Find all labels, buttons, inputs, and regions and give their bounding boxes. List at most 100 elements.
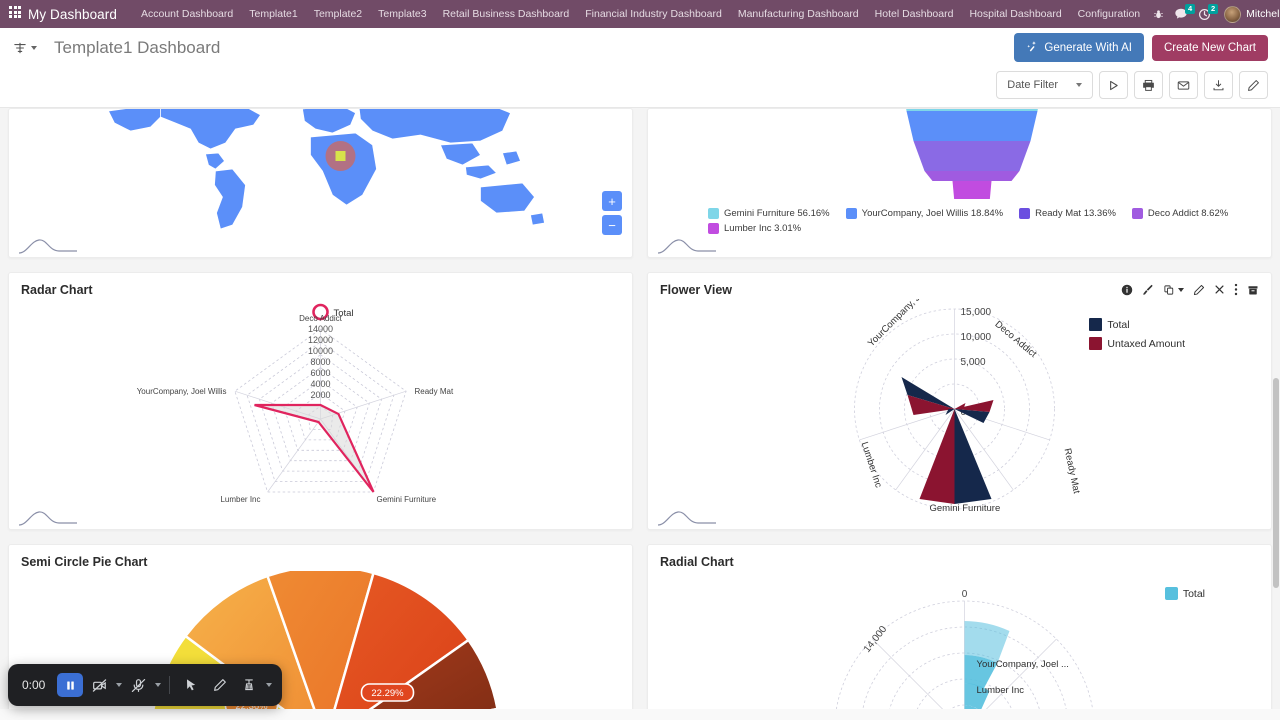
legend-swatch xyxy=(1089,318,1102,331)
brand-title[interactable]: My Dashboard xyxy=(28,7,117,22)
legend-label: Gemini Furniture 56.16% xyxy=(724,208,830,219)
download-icon[interactable] xyxy=(1204,71,1233,99)
apps-grid-icon[interactable] xyxy=(9,6,21,22)
legend-label: Deco Addict 8.62% xyxy=(1148,208,1228,219)
legend-item[interactable]: Total xyxy=(1089,318,1185,331)
map-zoom-out-button[interactable]: − xyxy=(602,215,622,235)
cursor-pointer-icon[interactable] xyxy=(178,673,204,697)
flower-axis-label: YourCompany, Joel Willis xyxy=(866,299,949,349)
map-zoom-controls[interactable]: + − xyxy=(602,191,622,235)
more-vertical-icon[interactable] xyxy=(1234,283,1238,296)
funnel-shape[interactable] xyxy=(648,109,1271,199)
edit-pencil-icon[interactable] xyxy=(1193,284,1205,296)
edit-pencil-icon[interactable] xyxy=(1239,71,1268,99)
list-view-icon[interactable] xyxy=(10,40,40,56)
flower-petal-untaxed xyxy=(920,409,955,504)
card-title: Radial Chart xyxy=(660,555,734,569)
card-funnel-chart: Gemini Furniture 56.16% YourCompany, Joe… xyxy=(647,108,1272,258)
card-title: Flower View xyxy=(660,283,732,297)
sparkline-icon xyxy=(658,235,718,255)
legend-item[interactable]: Gemini Furniture 56.16% xyxy=(708,208,830,219)
chevron-down-icon[interactable] xyxy=(266,683,272,687)
print-icon[interactable] xyxy=(1134,71,1163,99)
card-header: Flower View xyxy=(648,273,1271,299)
radial-tick: 14,000 xyxy=(862,624,890,655)
legend-item[interactable]: Deco Addict 8.62% xyxy=(1132,208,1228,219)
copy-icon[interactable] xyxy=(1163,284,1184,296)
mic-off-icon[interactable] xyxy=(125,673,151,697)
pause-icon[interactable] xyxy=(57,673,83,697)
toolbar-divider xyxy=(169,676,170,694)
map-marker xyxy=(336,151,346,161)
chevron-down-icon xyxy=(1178,288,1184,292)
radar-tick: 8000 xyxy=(310,357,330,367)
nav-item-template3[interactable]: Template3 xyxy=(370,3,434,25)
camera-off-icon[interactable] xyxy=(86,673,112,697)
flower-axis-label: Lumber Inc xyxy=(859,441,884,490)
legend-label: Total xyxy=(1107,319,1129,331)
world-map[interactable]: + − xyxy=(9,109,632,257)
funnel-legend: Gemini Furniture 56.16% YourCompany, Joe… xyxy=(648,204,1271,234)
card-toolbar xyxy=(1121,283,1259,296)
nav-item-configuration[interactable]: Configuration xyxy=(1070,3,1148,25)
legend-swatch xyxy=(1132,208,1143,219)
page-scrollbar-thumb[interactable] xyxy=(1273,378,1279,588)
card-title: Semi Circle Pie Chart xyxy=(21,555,147,569)
legend-label: Total xyxy=(1183,588,1205,600)
bug-icon[interactable] xyxy=(1153,6,1164,23)
legend-swatch xyxy=(1019,208,1030,219)
chevron-down-icon xyxy=(31,46,37,50)
radar-plot[interactable]: Total xyxy=(9,299,632,527)
radar-tick: 10000 xyxy=(308,346,333,356)
chevron-down-icon xyxy=(1076,83,1082,87)
legend-item[interactable]: Untaxed Amount xyxy=(1089,337,1185,350)
legend-item[interactable]: Lumber Inc 3.01% xyxy=(708,223,801,234)
activities-clock-icon[interactable]: 2 xyxy=(1198,6,1211,23)
chevron-down-icon[interactable] xyxy=(116,683,122,687)
date-filter-dropdown[interactable]: Date Filter xyxy=(996,71,1093,99)
play-icon[interactable] xyxy=(1099,71,1128,99)
archive-icon[interactable] xyxy=(1247,284,1259,296)
legend-swatch xyxy=(846,208,857,219)
card-title: Radar Chart xyxy=(21,283,93,297)
nav-item-account-dashboard[interactable]: Account Dashboard xyxy=(133,3,241,25)
close-icon[interactable] xyxy=(1214,284,1225,295)
legend-item[interactable]: Ready Mat 13.36% xyxy=(1019,208,1116,219)
legend-item[interactable]: Total xyxy=(1165,587,1205,600)
radial-tick: 0 xyxy=(962,589,968,600)
flower-tick: 10,000 xyxy=(961,332,992,343)
magic-wand-icon xyxy=(1026,40,1038,55)
nav-item-retail-business-dashboard[interactable]: Retail Business Dashboard xyxy=(435,3,578,25)
messages-icon[interactable]: 4 xyxy=(1174,6,1188,23)
card-header: Radar Chart xyxy=(9,273,632,299)
info-icon[interactable] xyxy=(1121,284,1133,296)
radar-tick: 14000 xyxy=(308,324,333,334)
flower-petal-total xyxy=(955,409,992,504)
generate-with-ai-button[interactable]: Generate With AI xyxy=(1014,33,1144,62)
user-menu[interactable]: Mitchell Admin (test_new_theme_1) xyxy=(1224,6,1280,23)
card-radial-chart: Radial Chart 0 14,000 xyxy=(647,544,1272,709)
eraser-icon[interactable] xyxy=(236,673,262,697)
chevron-down-icon[interactable] xyxy=(155,683,161,687)
radar-axis-label: Ready Mat xyxy=(415,387,454,396)
nav-item-template2[interactable]: Template2 xyxy=(306,3,370,25)
map-zoom-in-button[interactable]: + xyxy=(602,191,622,211)
nav-item-hotel-dashboard[interactable]: Hotel Dashboard xyxy=(867,3,962,25)
pen-icon[interactable] xyxy=(207,673,233,697)
create-new-chart-button[interactable]: Create New Chart xyxy=(1152,35,1268,61)
legend-item[interactable]: YourCompany, Joel Willis 18.84% xyxy=(846,208,1004,219)
nav-item-hospital-dashboard[interactable]: Hospital Dashboard xyxy=(961,3,1069,25)
paintbrush-icon[interactable] xyxy=(1142,284,1154,296)
flower-tick: 15,000 xyxy=(961,307,992,318)
pie-data-label: 22.29% xyxy=(371,688,404,699)
legend-swatch xyxy=(708,223,719,234)
nav-item-financial-industry-dashboard[interactable]: Financial Industry Dashboard xyxy=(577,3,730,25)
page-scrollbar[interactable] xyxy=(1272,208,1280,709)
email-icon[interactable] xyxy=(1169,71,1198,99)
top-navbar: My Dashboard Account Dashboard Template1… xyxy=(0,0,1280,28)
nav-item-manufacturing-dashboard[interactable]: Manufacturing Dashboard xyxy=(730,3,867,25)
avatar xyxy=(1224,6,1241,23)
radial-category-label: Lumber Inc xyxy=(977,685,1025,696)
messages-badge: 4 xyxy=(1185,4,1195,14)
nav-item-template1[interactable]: Template1 xyxy=(241,3,305,25)
